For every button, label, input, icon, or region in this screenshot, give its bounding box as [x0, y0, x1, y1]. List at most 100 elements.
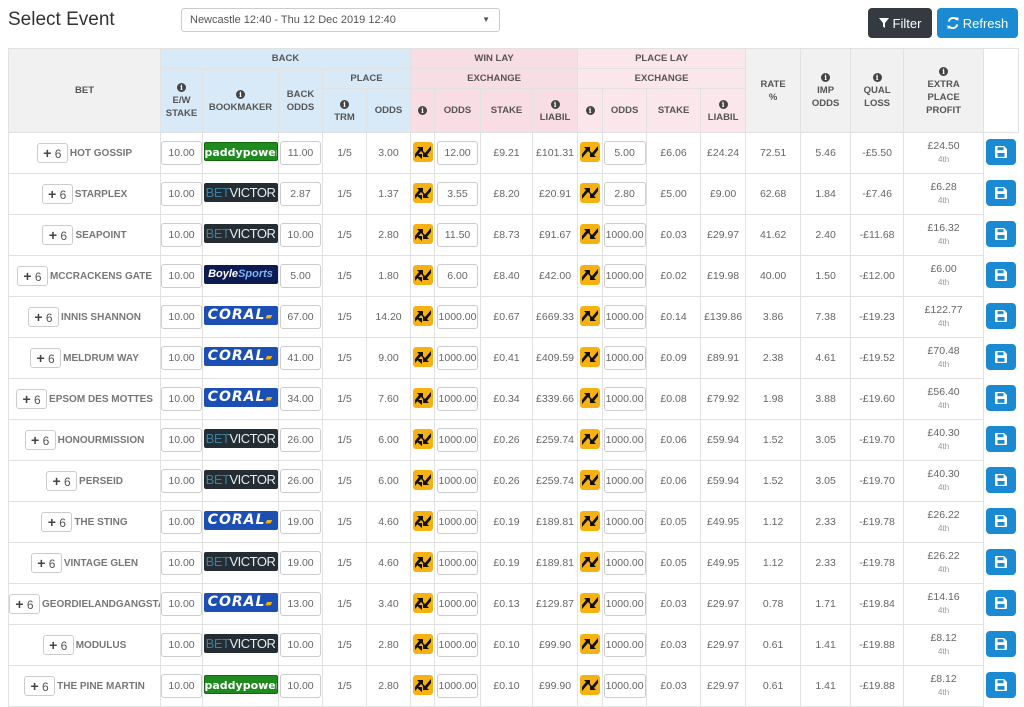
- swap-odds-icon[interactable]: [412, 551, 433, 572]
- ew-stake-input[interactable]: 10.00: [161, 592, 202, 616]
- ew-stake-input[interactable]: 10.00: [161, 223, 202, 247]
- add-places-button[interactable]: + 6: [46, 471, 78, 491]
- swap-odds-icon[interactable]: [412, 305, 433, 326]
- place-lay-odds-input[interactable]: 1000.00: [603, 428, 646, 452]
- swap-odds-icon[interactable]: [580, 264, 601, 285]
- save-button[interactable]: [986, 302, 1017, 329]
- info-icon[interactable]: i: [340, 99, 349, 109]
- win-lay-odds-input[interactable]: 1000.00: [437, 633, 479, 657]
- back-odds-input[interactable]: 10.00: [280, 674, 321, 698]
- place-lay-odds-input[interactable]: 1000.00: [603, 305, 646, 329]
- swap-odds-icon[interactable]: [580, 182, 601, 203]
- save-button[interactable]: [986, 630, 1017, 657]
- place-lay-odds-input[interactable]: 1000.00: [603, 510, 646, 534]
- swap-odds-icon[interactable]: [412, 674, 433, 695]
- win-lay-odds-input[interactable]: 1000.00: [437, 592, 479, 616]
- back-odds-input[interactable]: 41.00: [280, 346, 321, 370]
- ew-stake-input[interactable]: 10.00: [161, 387, 202, 411]
- save-button[interactable]: [986, 384, 1017, 411]
- back-odds-input[interactable]: 19.00: [280, 551, 321, 575]
- place-lay-odds-input[interactable]: 1000.00: [603, 592, 646, 616]
- swap-odds-icon[interactable]: [412, 633, 433, 654]
- ew-stake-input[interactable]: 10.00: [161, 346, 202, 370]
- save-button[interactable]: [986, 548, 1017, 575]
- swap-odds-icon[interactable]: [580, 141, 601, 162]
- swap-odds-icon[interactable]: [580, 428, 601, 449]
- swap-odds-icon[interactable]: [412, 141, 433, 162]
- back-odds-input[interactable]: 10.00: [280, 223, 321, 247]
- ew-stake-input[interactable]: 10.00: [161, 469, 202, 493]
- ew-stake-input[interactable]: 10.00: [161, 674, 202, 698]
- back-odds-input[interactable]: 13.00: [280, 592, 321, 616]
- ew-stake-input[interactable]: 10.00: [161, 182, 202, 206]
- place-lay-odds-input[interactable]: 1000.00: [603, 551, 646, 575]
- save-button[interactable]: [986, 425, 1017, 452]
- swap-odds-icon[interactable]: [412, 264, 433, 285]
- add-places-button[interactable]: + 6: [30, 348, 62, 368]
- win-lay-odds-input[interactable]: 1000.00: [437, 469, 479, 493]
- place-lay-odds-input[interactable]: 1000.00: [603, 674, 646, 698]
- info-icon[interactable]: i: [418, 106, 428, 115]
- place-lay-odds-input[interactable]: 1000.00: [603, 346, 646, 370]
- ew-stake-input[interactable]: 10.00: [161, 551, 202, 575]
- place-lay-odds-input[interactable]: 5.00: [603, 141, 646, 165]
- add-places-button[interactable]: + 6: [36, 143, 68, 163]
- win-lay-odds-input[interactable]: 1000.00: [437, 305, 479, 329]
- add-places-button[interactable]: + 6: [41, 184, 73, 204]
- add-places-button[interactable]: + 6: [9, 594, 40, 614]
- info-icon[interactable]: i: [236, 89, 245, 99]
- save-button[interactable]: [986, 261, 1017, 288]
- info-icon[interactable]: i: [939, 66, 949, 76]
- win-lay-odds-input[interactable]: 1000.00: [437, 346, 479, 370]
- win-lay-odds-input[interactable]: 1000.00: [437, 428, 479, 452]
- info-icon[interactable]: i: [550, 99, 560, 109]
- refresh-button[interactable]: Refresh: [937, 8, 1018, 38]
- ew-stake-input[interactable]: 10.00: [161, 633, 202, 657]
- add-places-button[interactable]: + 6: [24, 430, 56, 450]
- swap-odds-icon[interactable]: [580, 674, 601, 695]
- win-lay-odds-input[interactable]: 1000.00: [437, 674, 479, 698]
- swap-odds-icon[interactable]: [412, 510, 433, 531]
- back-odds-input[interactable]: 19.00: [280, 510, 321, 534]
- ew-stake-input[interactable]: 10.00: [161, 264, 202, 288]
- back-odds-input[interactable]: 67.00: [280, 305, 321, 329]
- win-lay-odds-input[interactable]: 12.00: [437, 141, 479, 165]
- ew-stake-input[interactable]: 10.00: [161, 428, 202, 452]
- back-odds-input[interactable]: 26.00: [280, 469, 321, 493]
- back-odds-input[interactable]: 34.00: [280, 387, 321, 411]
- back-odds-input[interactable]: 2.87: [280, 182, 321, 206]
- swap-odds-icon[interactable]: [580, 510, 601, 531]
- info-icon[interactable]: i: [872, 73, 882, 82]
- place-lay-odds-input[interactable]: 2.80: [603, 182, 646, 206]
- place-lay-odds-input[interactable]: 1000.00: [603, 264, 646, 288]
- win-lay-odds-input[interactable]: 1000.00: [437, 551, 479, 575]
- swap-odds-icon[interactable]: [580, 387, 601, 408]
- swap-odds-icon[interactable]: [412, 469, 433, 490]
- save-button[interactable]: [986, 466, 1017, 493]
- back-odds-input[interactable]: 26.00: [280, 428, 321, 452]
- swap-odds-icon[interactable]: [412, 223, 433, 244]
- add-places-button[interactable]: + 6: [42, 225, 74, 245]
- event-select[interactable]: Newcastle 12:40 - Thu 12 Dec 2019 12:40 …: [181, 8, 500, 32]
- swap-odds-icon[interactable]: [580, 223, 601, 244]
- add-places-button[interactable]: + 6: [24, 676, 56, 696]
- swap-odds-icon[interactable]: [580, 633, 601, 654]
- add-places-button[interactable]: + 6: [16, 389, 48, 409]
- info-icon[interactable]: i: [585, 106, 595, 115]
- back-odds-input[interactable]: 11.00: [280, 141, 321, 165]
- save-button[interactable]: [986, 220, 1017, 247]
- info-icon[interactable]: i: [718, 99, 728, 109]
- info-icon[interactable]: i: [177, 83, 186, 92]
- win-lay-odds-input[interactable]: 11.50: [437, 223, 479, 247]
- back-odds-input[interactable]: 5.00: [280, 264, 321, 288]
- swap-odds-icon[interactable]: [412, 182, 433, 203]
- place-lay-odds-input[interactable]: 1000.00: [603, 469, 646, 493]
- save-button[interactable]: [986, 671, 1017, 698]
- save-button[interactable]: [986, 589, 1017, 616]
- win-lay-odds-input[interactable]: 3.55: [437, 182, 479, 206]
- add-places-button[interactable]: + 6: [30, 553, 62, 573]
- add-places-button[interactable]: + 6: [16, 266, 48, 286]
- save-button[interactable]: [986, 507, 1017, 534]
- ew-stake-input[interactable]: 10.00: [161, 510, 202, 534]
- win-lay-odds-input[interactable]: 1000.00: [437, 387, 479, 411]
